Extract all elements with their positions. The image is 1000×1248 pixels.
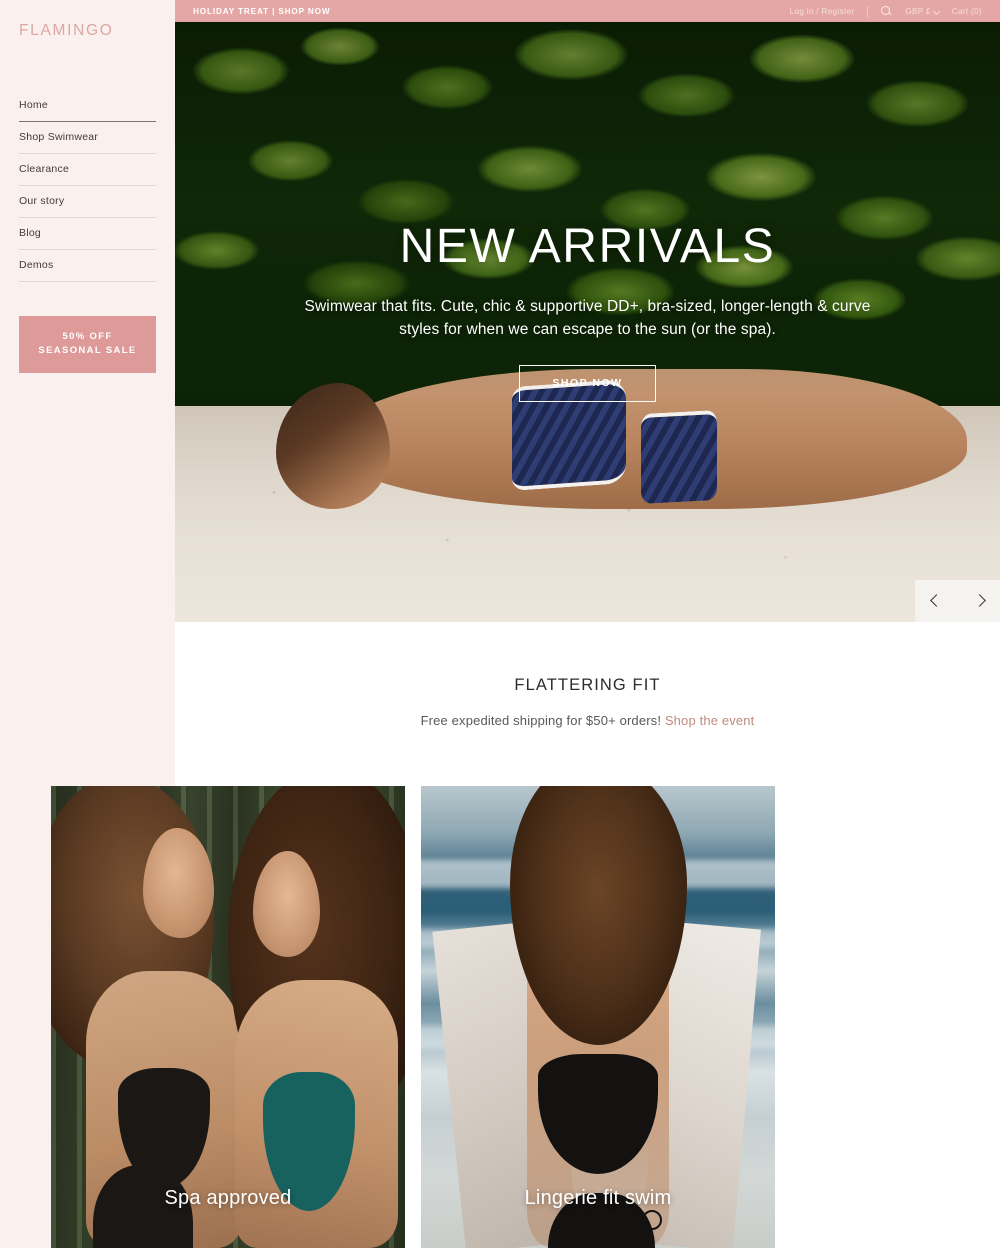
chevron-down-icon: [932, 7, 940, 15]
login-register-link[interactable]: Log in / Register: [790, 7, 855, 16]
search-icon[interactable]: [881, 5, 892, 17]
shop-the-event-link[interactable]: Shop the event: [665, 713, 755, 728]
hero-subtitle: Swimwear that fits. Cute, chic & support…: [304, 297, 871, 339]
sidebar-item-clearance[interactable]: Clearance: [19, 154, 156, 186]
announcement-bar: HOLIDAY TREAT | SHOP NOW Log in / Regist…: [175, 0, 1000, 22]
sidebar-item-home[interactable]: Home: [19, 90, 156, 122]
tile-caption: Lingerie fit swim: [524, 1187, 672, 1209]
featured-section-header: FLATTERING FIT Free expedited shipping f…: [175, 622, 1000, 728]
sidebar-item-blog[interactable]: Blog: [19, 218, 156, 250]
section-title: FLATTERING FIT: [514, 676, 661, 694]
hero-banner: NEW ARRIVALS Swimwear that fits. Cute, c…: [175, 22, 1000, 622]
page-root: FLAMINGO Home Shop Swimwear Clearance Ou…: [0, 0, 1000, 1248]
hero-shop-now-button[interactable]: SHOP NOW: [519, 365, 656, 403]
seasonal-sale-button[interactable]: 50% OFF SEASONAL SALE: [19, 316, 156, 373]
chevron-right-icon[interactable]: [973, 595, 985, 607]
shipping-note: Free expedited shipping for $50+ orders!: [420, 713, 665, 728]
promo-link[interactable]: HOLIDAY TREAT | SHOP NOW: [193, 7, 330, 16]
sidebar-nav: Home Shop Swimwear Clearance Our story B…: [19, 90, 156, 282]
hero-title: NEW ARRIVALS: [399, 220, 776, 273]
carousel-controls: [915, 580, 1000, 622]
sidebar-item-shop-swimwear[interactable]: Shop Swimwear: [19, 122, 156, 154]
topbar-utilities: Log in / Register GBP £ Cart (0): [790, 5, 982, 17]
chevron-left-icon[interactable]: [930, 595, 942, 607]
currency-label: GBP £: [905, 6, 931, 16]
sidebar-item-our-story[interactable]: Our story: [19, 186, 156, 218]
collection-tiles: Spa approved Lingerie fit swim: [51, 786, 775, 1248]
currency-selector[interactable]: GBP £: [905, 6, 940, 16]
hero-content: NEW ARRIVALS Swimwear that fits. Cute, c…: [175, 220, 1000, 403]
site-logo[interactable]: FLAMINGO: [19, 22, 156, 40]
sale-button-line1: 50% OFF: [62, 331, 113, 342]
sidebar-item-demos[interactable]: Demos: [19, 250, 156, 282]
sale-button-line2: SEASONAL SALE: [38, 344, 137, 356]
collection-tile-spa-approved[interactable]: Spa approved: [51, 786, 405, 1248]
section-subtitle: Free expedited shipping for $50+ orders!…: [205, 713, 970, 728]
tile-caption: Spa approved: [164, 1187, 292, 1209]
divider: [867, 5, 869, 17]
collection-tile-lingerie-fit-swim[interactable]: Lingerie fit swim: [421, 786, 775, 1248]
cart-link[interactable]: Cart (0): [952, 7, 982, 16]
